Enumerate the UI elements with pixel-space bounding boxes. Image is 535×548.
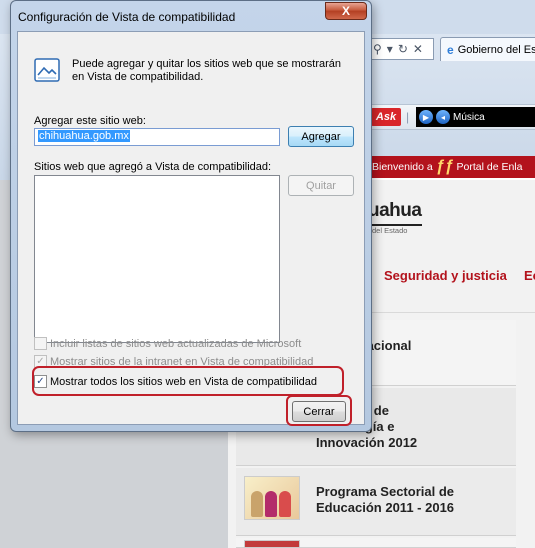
- dialog-body: Puede agregar y quitar los sitios web qu…: [17, 31, 365, 426]
- toolbar-separator: |: [406, 110, 410, 124]
- compatibility-view-icon: [34, 58, 60, 82]
- compatibility-view-dialog: Configuración de Vista de compatibilidad…: [10, 0, 372, 432]
- music-label: Música: [453, 111, 485, 123]
- news-card-thumbnail: [244, 540, 300, 548]
- browser-tab[interactable]: e Gobierno del Es: [440, 37, 535, 61]
- site-brand-sub: del Estado: [372, 226, 408, 235]
- play-icon[interactable]: ▶: [419, 110, 433, 124]
- highlight-annotation-close: [286, 395, 352, 426]
- address-bar-controls[interactable]: ⚲ ▾ ↻ ✕: [368, 38, 434, 60]
- favbar-prefix: Bienvenido a: [372, 161, 433, 173]
- sites-list[interactable]: [34, 175, 280, 343]
- checkbox-include-microsoft-lists[interactable]: Incluir listas de sitios web actualizada…: [34, 337, 301, 350]
- add-site-input-value: chihuahua.gob.mx: [38, 130, 130, 142]
- news-card-title: Programa Sectorial de Educación 2011 - 2…: [316, 484, 455, 515]
- dialog-titlebar[interactable]: Configuración de Vista de compatibilidad…: [11, 1, 371, 27]
- news-card[interactable]: Programa Sectorial de Educación 2011 - 2…: [236, 468, 516, 536]
- dropdown-arrow-icon[interactable]: ▾: [387, 42, 393, 56]
- search-icon[interactable]: ⚲: [373, 42, 382, 56]
- favbar-suffix: Portal de Enla: [456, 161, 523, 173]
- nav-item-economy[interactable]: Ec: [524, 268, 535, 283]
- ask-logo[interactable]: Ask: [371, 108, 401, 126]
- favorites-bar: Bienvenido a ƒƒ Portal de Enla: [368, 156, 535, 180]
- ie-logo-icon: e: [447, 42, 454, 57]
- refresh-icon[interactable]: ↻: [398, 42, 408, 56]
- add-button[interactable]: Agregar: [288, 126, 354, 147]
- sites-list-label: Sitios web que agregó a Vista de compati…: [34, 161, 272, 173]
- close-window-button[interactable]: X: [325, 2, 367, 20]
- checkbox-box[interactable]: [34, 337, 47, 350]
- checkbox-label: Incluir listas de sitios web actualizada…: [50, 337, 302, 350]
- add-site-label: Agregar este sitio web:: [34, 115, 146, 127]
- browser-tab-title: Gobierno del Es: [457, 43, 535, 56]
- remove-button[interactable]: Quitar: [288, 175, 354, 196]
- thumb-figure: [265, 491, 277, 517]
- music-player[interactable]: ▶ ◂ Música: [416, 107, 535, 127]
- nav-item-security[interactable]: Seguridad y justicia: [384, 268, 507, 283]
- highlight-annotation-checkbox: [32, 366, 344, 396]
- close-icon: X: [341, 4, 350, 18]
- news-card[interactable]: [236, 538, 516, 548]
- add-site-input[interactable]: chihuahua.gob.mx: [34, 128, 280, 146]
- thumb-figure: [251, 491, 263, 517]
- stop-icon[interactable]: ✕: [413, 42, 423, 56]
- gov-logo-icon: ƒƒ: [435, 158, 454, 175]
- thumb-figure: [279, 491, 291, 517]
- news-card-thumbnail: [244, 476, 300, 520]
- dialog-title: Configuración de Vista de compatibilidad: [18, 10, 236, 24]
- volume-icon[interactable]: ◂: [436, 110, 450, 124]
- dialog-description: Puede agregar y quitar los sitios web qu…: [72, 58, 342, 83]
- site-brand[interactable]: uahua: [368, 200, 422, 222]
